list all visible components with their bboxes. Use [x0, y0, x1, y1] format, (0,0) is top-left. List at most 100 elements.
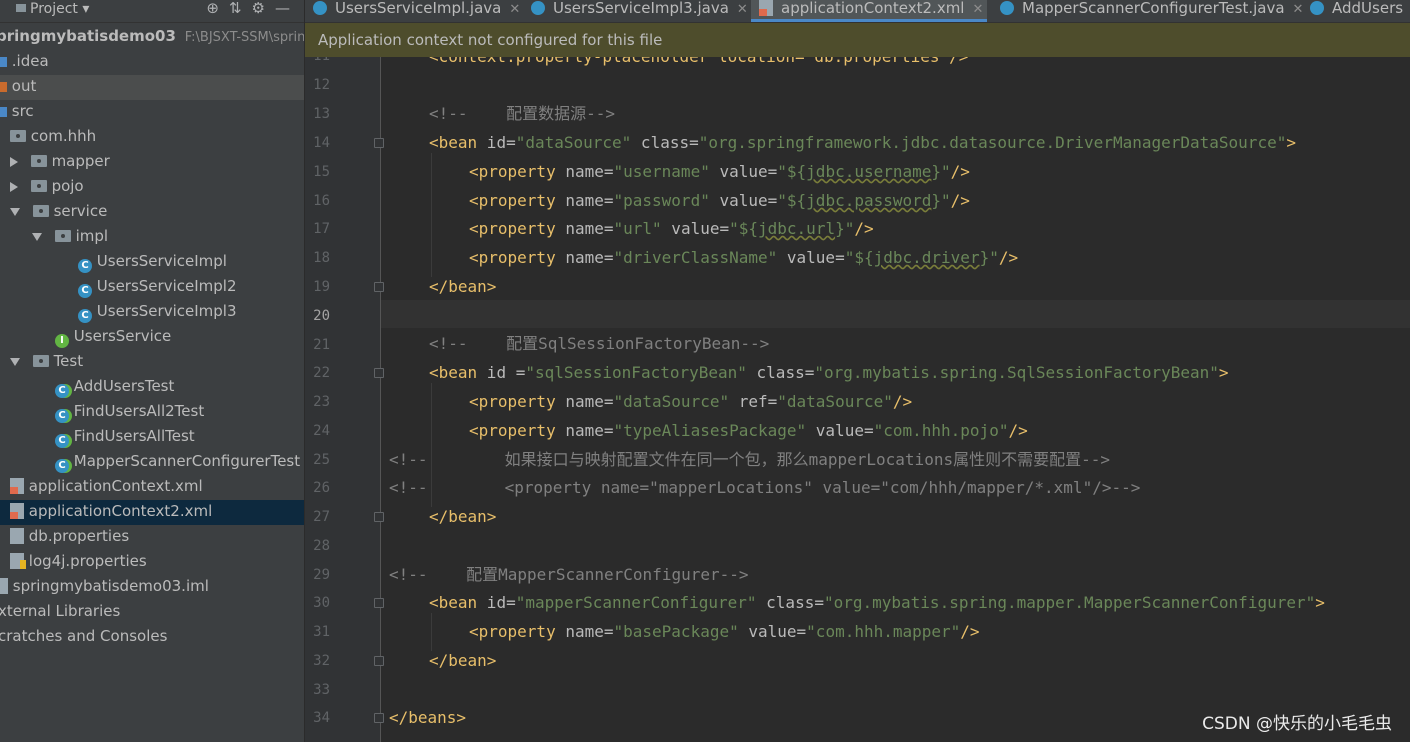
hide-icon[interactable]: — [275, 0, 300, 17]
code-value: }" [931, 162, 951, 181]
code-value: }" [979, 248, 999, 267]
collapse-icon[interactable]: ⇅ [229, 0, 252, 17]
folder-icon [0, 107, 7, 117]
tab-usersserviceimpl3-java[interactable]: UsersServiceImpl3.java ✕ [523, 0, 751, 22]
class-icon: C [78, 259, 92, 273]
tree-item-external-libraries[interactable]: xternal Libraries [0, 600, 304, 625]
tab-mapperscannerconfigurertest-java[interactable]: MapperScannerConfigurerTest.java ✕ [992, 0, 1303, 22]
locate-icon[interactable]: ⊕ [206, 0, 229, 17]
code-value: jdbc.driver [873, 248, 980, 267]
indent-guide [431, 613, 432, 651]
chevron-right-icon[interactable] [10, 181, 18, 192]
line-number: 17 [313, 221, 330, 237]
tree-item-scratches[interactable]: cratches and Consoles [0, 625, 304, 650]
code-tag: /> [998, 248, 1019, 267]
chevron-right-icon[interactable] [10, 156, 18, 167]
test-class-icon [1310, 1, 1324, 15]
code-value: "org.mybatis.spring.mapper.MapperScanner… [823, 593, 1316, 612]
folder-icon [0, 82, 7, 92]
gear-icon[interactable]: ⚙ [252, 0, 275, 17]
code-line-24: <property name="typeAliasesPackage" valu… [469, 419, 1028, 443]
tab-addusers[interactable]: AddUsers [1310, 0, 1410, 22]
tree-item-usersserviceimpl[interactable]: C UsersServiceImpl [0, 250, 304, 275]
chevron-down-icon[interactable] [10, 357, 20, 366]
tree-item-usersserviceimpl3[interactable]: C UsersServiceImpl3 [0, 300, 304, 325]
tree-item-src[interactable]: src [0, 100, 304, 125]
tree-item-label: log4j.properties [28, 552, 147, 570]
line-number: 24 [313, 423, 330, 439]
code-line-13: <!-- 配置数据源--> [429, 102, 615, 126]
close-icon[interactable]: ✕ [737, 2, 748, 17]
close-icon[interactable]: ✕ [509, 2, 520, 17]
code-tag: /> [950, 162, 970, 181]
tree-item-label: .idea [11, 52, 49, 70]
code-tag: <property [469, 191, 556, 210]
line-number: 29 [313, 567, 330, 583]
code-line-11: <context:property-placeholder location="… [429, 57, 968, 69]
tree-item-applicationcontext-xml[interactable]: applicationContext.xml [0, 475, 304, 500]
project-view-selector[interactable]: Project ▾ [0, 0, 89, 22]
close-icon[interactable]: ✕ [1293, 2, 1304, 17]
code-line-29: <!-- 配置MapperScannerConfigurer--> [389, 563, 749, 587]
chevron-down-icon[interactable] [32, 232, 42, 241]
tree-item-findusersall2test[interactable]: C FindUsersAll2Test [0, 400, 304, 425]
code-tag: > [1218, 363, 1229, 382]
tree-item-label: Test [53, 352, 84, 370]
tree-item-label: UsersServiceImpl2 [96, 277, 237, 295]
code-editor[interactable]: 11 12 13 14 15 16 17 18 19 20 21 22 23 2… [305, 57, 1410, 742]
code-line-23: <property name="dataSource" ref="dataSou… [469, 390, 912, 414]
class-icon: C [78, 309, 92, 323]
tree-item-applicationcontext2-xml[interactable]: applicationContext2.xml [0, 500, 304, 525]
tree-item-idea[interactable]: .idea [0, 50, 304, 75]
code-line-15: <property name="username" value="${jdbc.… [469, 160, 970, 184]
tree-item-findusersalltest[interactable]: C FindUsersAllTest [0, 425, 304, 450]
test-class-icon: C [55, 409, 69, 423]
test-class-icon: C [55, 384, 69, 398]
fold-marker-icon[interactable] [374, 512, 384, 522]
tree-item-log4j-properties[interactable]: log4j.properties [0, 550, 304, 575]
project-path: F:\BJSXT-SSM\sprin [184, 30, 304, 45]
tree-item-out[interactable]: out [0, 75, 304, 100]
tree-item-iml[interactable]: springmybatisdemo03.iml [0, 575, 304, 600]
close-icon[interactable]: ✕ [972, 2, 983, 17]
code-value: jdbc.username [806, 162, 932, 181]
code-value: "${ [777, 191, 807, 210]
fold-marker-icon[interactable] [374, 598, 384, 608]
tab-label: applicationContext2.xml [781, 0, 965, 17]
code-tag: <property [469, 248, 556, 267]
tree-item-label: UsersServiceImpl [96, 252, 227, 270]
tree-item-service[interactable]: service [0, 200, 304, 225]
tree-item-usersserviceimpl2[interactable]: C UsersServiceImpl2 [0, 275, 304, 300]
code-line-25: <!-- 如果接口与映射配置文件在同一个包，那么mapperLocations属… [389, 448, 1110, 472]
code-value: "com.hhh.mapper" [806, 622, 961, 641]
tree-item-project-root[interactable]: pringmybatisdemo03 F:\BJSXT-SSM\sprin [0, 25, 304, 50]
code-attr: name= [555, 248, 614, 267]
tree-item-com-hhh[interactable]: com.hhh [0, 125, 304, 150]
code-value: "org.mybatis.spring.SqlSessionFactoryBea… [814, 363, 1219, 382]
tab-label: MapperScannerConfigurerTest.java [1022, 0, 1285, 17]
fold-marker-icon[interactable] [374, 368, 384, 378]
tab-applicationcontext2-xml[interactable]: applicationContext2.xml ✕ [751, 0, 987, 22]
tree-item-adduserstest[interactable]: C AddUsersTest [0, 375, 304, 400]
line-number: 23 [313, 394, 330, 410]
tab-usersserviceimpl-java[interactable]: UsersServiceImpl.java ✕ [305, 0, 523, 22]
tree-item-test[interactable]: Test [0, 350, 304, 375]
code-attr: value= [661, 219, 730, 238]
tree-item-label: db.properties [28, 527, 130, 545]
tree-item-mapperscannerconfigurertest[interactable]: C MapperScannerConfigurerTest [0, 450, 304, 475]
code-value: "com.hhh.pojo" [873, 421, 1009, 440]
tree-item-db-properties[interactable]: db.properties [0, 525, 304, 550]
fold-marker-icon[interactable] [374, 282, 384, 292]
chevron-down-icon[interactable] [10, 207, 20, 216]
fold-marker-icon[interactable] [374, 138, 384, 148]
tree-item-impl[interactable]: impl [0, 225, 304, 250]
code-value: "url" [613, 219, 662, 238]
tree-item-label: FindUsersAllTest [73, 427, 195, 445]
notification-text: Application context not configured for t… [318, 31, 663, 49]
tree-item-pojo[interactable]: pojo [0, 175, 304, 200]
tree-item-mapper[interactable]: mapper [0, 150, 304, 175]
fold-marker-icon[interactable] [374, 713, 384, 723]
tree-item-usersservice[interactable]: I UsersService [0, 325, 304, 350]
project-icon [16, 4, 26, 12]
fold-marker-icon[interactable] [374, 656, 384, 666]
